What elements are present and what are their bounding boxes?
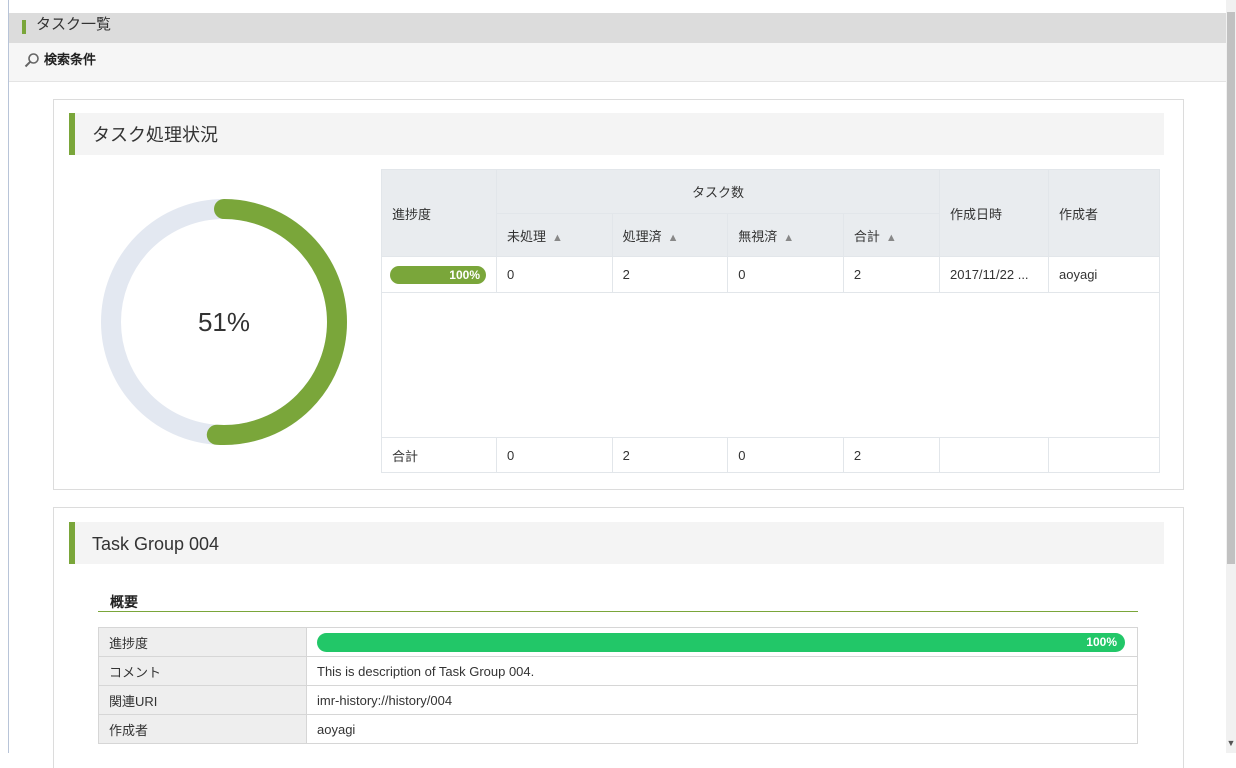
window-left-border <box>0 0 9 753</box>
task-group-header <box>69 522 1164 564</box>
empty-table-area <box>381 292 1160 438</box>
search-icon[interactable] <box>24 52 40 68</box>
summary-uri-value[interactable]: imr-history://history/004 <box>306 685 1138 715</box>
search-conditions-bar[interactable] <box>9 43 1226 82</box>
cell-unprocessed: 0 <box>496 256 613 293</box>
table-row[interactable]: 100% 0 2 0 2 2017/11/22 ... aoyagi <box>381 256 1160 293</box>
row-progress-bar: 100% <box>390 265 486 284</box>
col-progress-header: 進捗度 <box>381 169 497 257</box>
sort-icon[interactable]: ▲︎ <box>783 232 794 244</box>
col-created-at-header: 作成日時 <box>939 169 1049 257</box>
cell-ignored: 0 <box>727 256 844 293</box>
col-processed-label: 処理済 <box>622 228 662 244</box>
summary-heading: 概要 <box>110 594 138 610</box>
summary-divider <box>98 611 1138 612</box>
section-accent-bar <box>69 113 75 155</box>
cell-processed: 2 <box>611 256 729 293</box>
summary-creator-value: aoyagi <box>306 714 1138 744</box>
sort-icon[interactable]: ▲︎ <box>668 232 679 244</box>
section-accent-bar <box>69 522 75 564</box>
summary-row-creator: 作成者 aoyagi <box>98 714 1138 744</box>
summary-row-progress: 進捗度 100% <box>98 627 1138 657</box>
footer-total-label: 合計 <box>381 437 497 473</box>
donut-percent-label: 51% <box>197 306 251 337</box>
col-unprocessed-header[interactable]: 未処理 ▲︎ <box>496 213 613 257</box>
scrollbar-thumb[interactable] <box>1227 12 1235 564</box>
col-total-label: 合計 <box>853 228 880 244</box>
footer-total: 2 <box>842 437 941 473</box>
summary-row-comment: コメント This is description of Task Group 0… <box>98 656 1138 686</box>
sort-icon[interactable]: ▲︎ <box>552 232 563 244</box>
group-progress-bar: 100% <box>317 632 1125 652</box>
footer-unprocessed: 0 <box>496 437 613 473</box>
col-processed-header[interactable]: 処理済 ▲︎ <box>611 213 729 257</box>
col-total-header[interactable]: 合計 ▲︎ <box>842 213 941 257</box>
col-ignored-header[interactable]: 無視済 ▲︎ <box>727 213 844 257</box>
search-conditions-toggle[interactable]: 検索条件 <box>44 51 96 69</box>
progress-donut-chart: 51% <box>98 196 350 448</box>
task-status-title: タスク処理状況 <box>92 125 218 145</box>
cell-total: 2 <box>842 256 941 293</box>
page-title-bar <box>9 13 1226 43</box>
summary-table: 進捗度 100% コメント This is description of Tas… <box>98 627 1138 744</box>
footer-empty <box>1048 437 1160 473</box>
task-group-title: Task Group 004 <box>92 534 220 554</box>
summary-label: 関連URI <box>98 685 307 715</box>
sort-icon[interactable]: ▲︎ <box>886 232 897 244</box>
col-ignored-label: 無視済 <box>738 228 778 244</box>
col-creator-header: 作成者 <box>1048 169 1160 257</box>
footer-empty <box>939 437 1049 473</box>
cell-creator: aoyagi <box>1048 256 1160 293</box>
title-accent-mark <box>22 20 26 34</box>
footer-processed: 2 <box>611 437 729 473</box>
task-status-header <box>69 113 1164 155</box>
page-title: タスク一覧 <box>36 16 112 33</box>
col-task-count-header: タスク数 <box>496 169 940 214</box>
summary-label: 作成者 <box>98 714 307 744</box>
task-count-table: 進捗度 タスク数 作成日時 作成者 未処理 ▲︎ 処理済 ▲︎ 無視済 ▲︎ 合計 ▲︎… <box>381 169 1160 473</box>
cell-created-at: 2017/11/22 ... <box>939 256 1049 293</box>
col-unprocessed-label: 未処理 <box>507 228 547 244</box>
scroll-down-arrow-icon[interactable]: ▼︎ <box>1226 736 1236 750</box>
summary-label: コメント <box>98 656 307 686</box>
summary-label: 進捗度 <box>98 627 307 657</box>
summary-comment-value: This is description of Task Group 004. <box>306 656 1138 686</box>
footer-ignored: 0 <box>727 437 844 473</box>
table-footer-row: 合計 0 2 0 2 <box>381 437 1160 473</box>
summary-row-uri: 関連URI imr-history://history/004 <box>98 685 1138 715</box>
